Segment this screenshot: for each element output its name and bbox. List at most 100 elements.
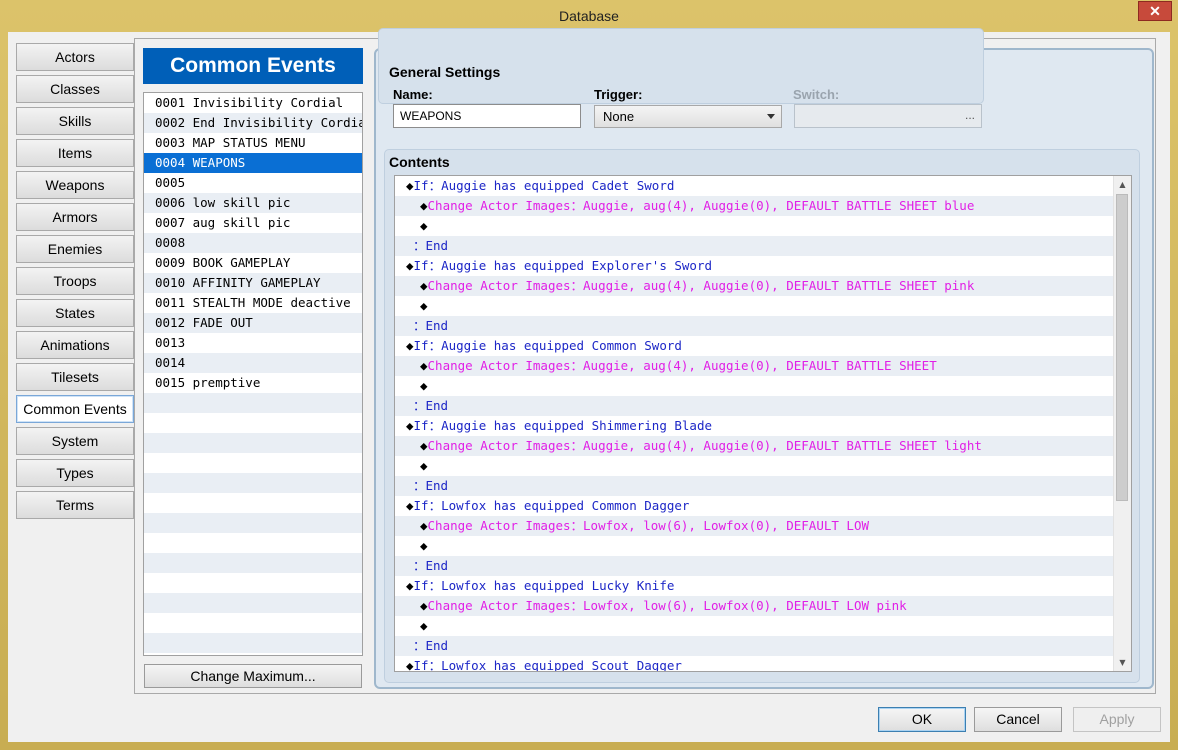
category-tab-terms[interactable]: Terms: [16, 491, 134, 519]
list-item[interactable]: 0006 low skill pic: [144, 193, 362, 213]
list-item[interactable]: 0014: [144, 353, 362, 373]
command-row[interactable]: ◆Change Actor Images：Auggie, aug(4), Aug…: [395, 276, 1115, 296]
scroll-up-icon[interactable]: ▲: [1114, 176, 1131, 193]
category-tab-types[interactable]: Types: [16, 459, 134, 487]
diamond-icon: ◆: [420, 438, 428, 453]
list-item[interactable]: 0015 premptive: [144, 373, 362, 393]
category-tab-weapons[interactable]: Weapons: [16, 171, 134, 199]
list-item[interactable]: 0001 Invisibility Cordial: [144, 93, 362, 113]
list-item[interactable]: [144, 593, 362, 613]
category-tab-common-events[interactable]: Common Events: [16, 395, 134, 423]
list-item[interactable]: [144, 633, 362, 653]
command-row[interactable]: ◆If：Auggie has equipped Shimmering Blade: [395, 416, 1115, 436]
list-item[interactable]: [144, 433, 362, 453]
list-item[interactable]: 0010 AFFINITY GAMEPLAY: [144, 273, 362, 293]
category-tab-actors[interactable]: Actors: [16, 43, 134, 71]
ok-button[interactable]: OK: [878, 707, 966, 732]
diamond-icon: ◆: [420, 278, 428, 293]
command-row[interactable]: ◆If：Auggie has equipped Common Sword: [395, 336, 1115, 356]
command-row[interactable]: ：End: [395, 556, 1115, 576]
command-row[interactable]: ◆If：Lowfox has equipped Lucky Knife: [395, 576, 1115, 596]
category-tab-animations[interactable]: Animations: [16, 331, 134, 359]
list-item[interactable]: [144, 553, 362, 573]
command-row[interactable]: ：End: [395, 636, 1115, 656]
command-row[interactable]: ：End: [395, 396, 1115, 416]
diamond-icon: ◆: [420, 358, 428, 373]
diamond-icon: ◆: [406, 178, 414, 193]
command-row[interactable]: ◆: [395, 216, 1115, 236]
name-label: Name:: [393, 87, 433, 102]
list-item[interactable]: [144, 513, 362, 533]
scroll-down-icon[interactable]: ▼: [1114, 654, 1131, 671]
list-item[interactable]: 0013: [144, 333, 362, 353]
command-row[interactable]: ：End: [395, 476, 1115, 496]
list-item[interactable]: 0003 MAP STATUS MENU: [144, 133, 362, 153]
command-row[interactable]: ◆If：Auggie has equipped Cadet Sword: [395, 176, 1115, 196]
command-row[interactable]: ◆: [395, 456, 1115, 476]
switch-label: Switch:: [793, 87, 840, 102]
command-row[interactable]: ◆Change Actor Images：Auggie, aug(4), Aug…: [395, 436, 1115, 456]
command-row[interactable]: ◆Change Actor Images：Lowfox, low(6), Low…: [395, 596, 1115, 616]
diamond-icon: ◆: [420, 518, 428, 533]
list-item[interactable]: [144, 473, 362, 493]
list-item[interactable]: [144, 493, 362, 513]
list-item[interactable]: 0008: [144, 233, 362, 253]
event-command-list[interactable]: ◆If：Auggie has equipped Cadet Sword ◆Chan…: [394, 175, 1132, 672]
command-row[interactable]: ◆: [395, 296, 1115, 316]
category-tab-states[interactable]: States: [16, 299, 134, 327]
change-maximum-button[interactable]: Change Maximum...: [144, 664, 362, 688]
close-button[interactable]: ✕: [1138, 1, 1172, 21]
command-row[interactable]: ◆If：Lowfox has equipped Common Dagger: [395, 496, 1115, 516]
category-tab-troops[interactable]: Troops: [16, 267, 134, 295]
command-row[interactable]: ◆If：Auggie has equipped Explorer's Sword: [395, 256, 1115, 276]
list-item[interactable]: 0012 FADE OUT: [144, 313, 362, 333]
switch-selector: ...: [794, 104, 982, 128]
list-item[interactable]: [144, 573, 362, 593]
command-row[interactable]: ◆If：Lowfox has equipped Scout Dagger: [395, 656, 1115, 671]
command-row[interactable]: ◆Change Actor Images：Auggie, aug(4), Aug…: [395, 356, 1115, 376]
cancel-button[interactable]: Cancel: [974, 707, 1062, 732]
command-row[interactable]: ◆: [395, 376, 1115, 396]
event-list-header: Common Events: [143, 48, 363, 84]
diamond-icon: ◆: [420, 218, 428, 233]
diamond-icon: ◆: [420, 538, 428, 553]
name-input[interactable]: WEAPONS: [393, 104, 581, 128]
command-row[interactable]: ◆Change Actor Images：Lowfox, low(6), Low…: [395, 516, 1115, 536]
list-item[interactable]: 0002 End Invisibility Cordial: [144, 113, 362, 133]
category-tab-classes[interactable]: Classes: [16, 75, 134, 103]
list-item[interactable]: 0011 STEALTH MODE deactive: [144, 293, 362, 313]
database-window: Database ✕ Actors Classes Skills Items Weapo…: [0, 0, 1178, 750]
list-item[interactable]: 0009 BOOK GAMEPLAY: [144, 253, 362, 273]
diamond-icon: ◆: [420, 298, 428, 313]
command-row[interactable]: ◆Change Actor Images：Auggie, aug(4), Aug…: [395, 196, 1115, 216]
apply-button: Apply: [1073, 707, 1161, 732]
diamond-icon: ◆: [406, 258, 414, 273]
diamond-icon: ◆: [420, 618, 428, 633]
category-tab-skills[interactable]: Skills: [16, 107, 134, 135]
list-item[interactable]: [144, 533, 362, 553]
category-tab-enemies[interactable]: Enemies: [16, 235, 134, 263]
list-item[interactable]: [144, 413, 362, 433]
command-row[interactable]: ◆: [395, 616, 1115, 636]
list-item[interactable]: [144, 613, 362, 633]
trigger-dropdown[interactable]: None: [594, 105, 782, 128]
list-item[interactable]: [144, 453, 362, 473]
command-row[interactable]: ：End: [395, 236, 1115, 256]
command-row[interactable]: ◆: [395, 536, 1115, 556]
diamond-icon: ◆: [406, 578, 414, 593]
list-item[interactable]: [144, 393, 362, 413]
diamond-icon: ◆: [420, 378, 428, 393]
list-item[interactable]: 0007 aug skill pic: [144, 213, 362, 233]
list-item[interactable]: 0005: [144, 173, 362, 193]
category-tab-system[interactable]: System: [16, 427, 134, 455]
list-item[interactable]: 0004 WEAPONS: [144, 153, 362, 173]
category-tab-armors[interactable]: Armors: [16, 203, 134, 231]
command-row[interactable]: ：End: [395, 316, 1115, 336]
vertical-scrollbar[interactable]: ▲ ▼: [1113, 176, 1131, 671]
category-tab-items[interactable]: Items: [16, 139, 134, 167]
scroll-thumb[interactable]: [1116, 194, 1128, 501]
trigger-label: Trigger:: [594, 87, 643, 102]
diamond-icon: ◆: [406, 338, 414, 353]
common-event-list[interactable]: 0001 Invisibility Cordial 0002 End Invisi…: [143, 92, 363, 656]
category-tab-tilesets[interactable]: Tilesets: [16, 363, 134, 391]
